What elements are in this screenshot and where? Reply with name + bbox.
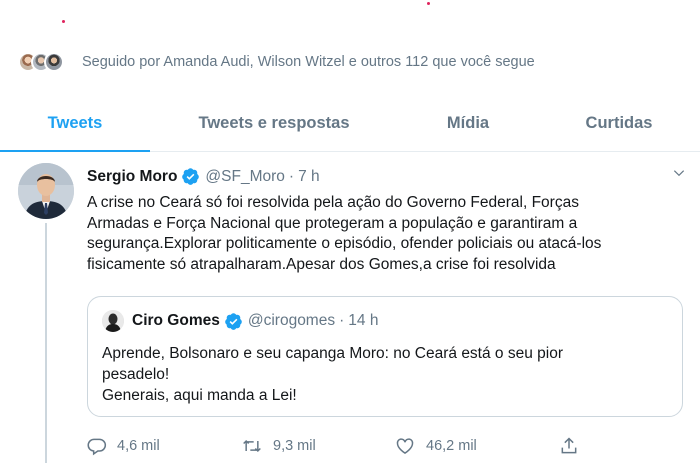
followed-by-row[interactable]: Seguido por Amanda Audi, Wilson Witzel e… <box>18 50 535 74</box>
reply-icon <box>87 438 107 456</box>
like-count: 46,2 mil <box>426 438 477 454</box>
followed-by-text: Seguido por Amanda Audi, Wilson Witzel e… <box>82 54 535 70</box>
share-icon <box>561 437 577 454</box>
decorative-dot <box>62 20 65 23</box>
tab-label: Curtidas <box>585 113 653 132</box>
like-button[interactable]: 46,2 mil <box>394 436 559 456</box>
tweet-header: Sergio Moro @SF_Moro · 7 h <box>87 167 320 186</box>
reply-count: 4,6 mil <box>117 438 160 454</box>
quoted-timestamp: 14 h <box>348 312 379 329</box>
tab-media[interactable]: Mídia <box>398 95 538 151</box>
tweet-text: A crise no Ceará só foi resolvida pela a… <box>87 194 602 273</box>
avatar <box>102 310 124 332</box>
tweet-actions: 4,6 mil 9,3 mil 46,2 mil <box>87 434 607 458</box>
tab-tweets[interactable]: Tweets <box>0 95 150 152</box>
separator: · <box>339 312 345 329</box>
separator: · <box>288 167 295 185</box>
retweet-icon <box>243 439 261 453</box>
avatar[interactable] <box>18 163 74 219</box>
quoted-tweet-header: Ciro Gomes @cirogomes · 14 h <box>102 310 378 332</box>
tab-label: Mídia <box>446 113 490 132</box>
avatar-image <box>18 163 74 219</box>
tab-likes[interactable]: Curtidas <box>538 95 700 151</box>
avatar <box>44 52 64 72</box>
tab-label: Tweets e respostas <box>198 113 350 132</box>
like-icon <box>396 438 414 454</box>
verified-badge-icon <box>224 312 243 331</box>
tab-tweets-and-replies[interactable]: Tweets e respostas <box>150 95 398 151</box>
share-button[interactable] <box>559 436 589 456</box>
quoted-tweet[interactable]: Ciro Gomes @cirogomes · 14 h Aprende, Bo… <box>87 296 683 417</box>
caret-down-icon[interactable] <box>672 166 686 185</box>
tab-label: Tweets <box>47 113 103 132</box>
retweet-count: 9,3 mil <box>273 438 316 454</box>
thread-line <box>45 223 47 463</box>
avatar-image <box>102 310 124 332</box>
quoted-author-handle: @cirogomes <box>247 312 336 329</box>
author-name[interactable]: Sergio Moro <box>87 168 177 186</box>
verified-badge-icon <box>181 167 200 186</box>
quoted-tweet-text: Aprende, Bolsonaro e seu capanga Moro: n… <box>102 345 563 404</box>
quoted-author-name: Ciro Gomes <box>132 312 220 329</box>
followed-by-avatars <box>18 52 64 72</box>
reply-button[interactable]: 4,6 mil <box>87 436 241 456</box>
author-handle[interactable]: @SF_Moro <box>205 168 284 186</box>
retweet-button[interactable]: 9,3 mil <box>241 436 394 456</box>
decorative-dot <box>427 2 430 5</box>
tweet-timestamp[interactable]: 7 h <box>298 168 320 186</box>
tweet[interactable]: Sergio Moro @SF_Moro · 7 h A crise no Ce… <box>0 152 700 470</box>
profile-tabs: Tweets Tweets e respostas Mídia Curtidas <box>0 95 700 152</box>
